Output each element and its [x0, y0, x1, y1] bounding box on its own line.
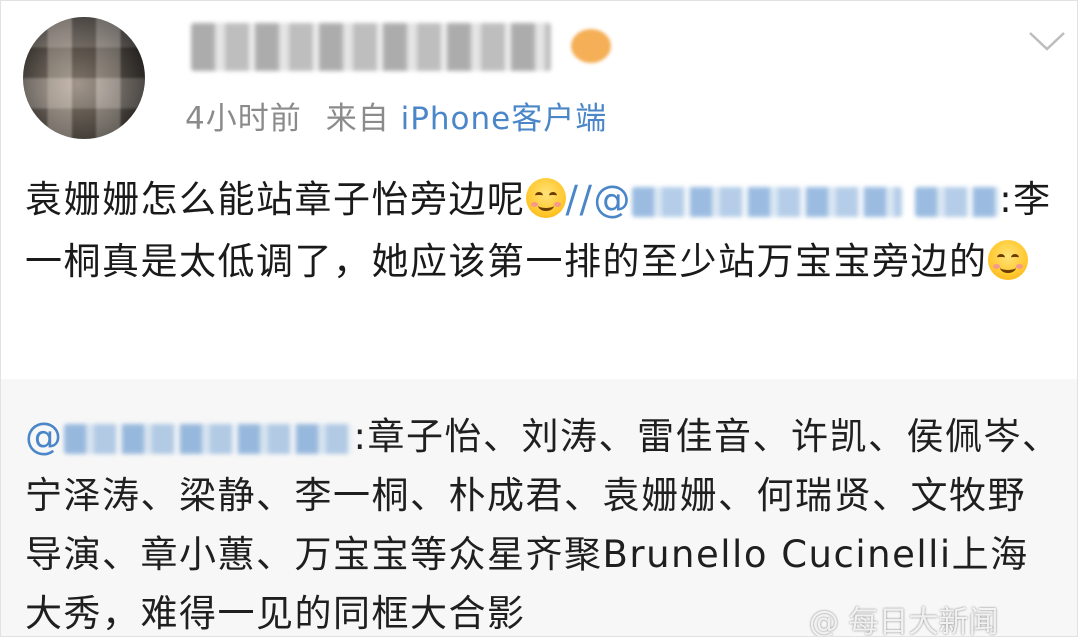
- post-body: 袁姗姗怎么能站章子怡旁边呢//@ :李一桐真是太低调了，她应该第一排的至少站万宝…: [25, 169, 1065, 293]
- repost-author-mosaic[interactable]: [63, 423, 354, 454]
- post-text-1: 袁姗姗怎么能站章子怡旁边呢: [25, 178, 526, 221]
- weibo-post-card: 4小时前 来自 iPhone客户端 袁姗姗怎么能站章子怡旁边呢//@ :李一桐真是…: [0, 0, 1078, 637]
- mention-mosaic[interactable]: [631, 186, 902, 217]
- post-meta: 4小时前 来自 iPhone客户端: [185, 93, 607, 138]
- watermark: @ 每日大新闻: [809, 605, 999, 637]
- avatar-blur-mask: [23, 17, 145, 139]
- smile-emoji-icon: [525, 178, 566, 218]
- post-source-client[interactable]: iPhone客户端: [401, 101, 608, 137]
- post-source-prefix: 来自: [325, 101, 390, 137]
- post-time: 4小时前: [185, 101, 302, 137]
- chevron-down-icon[interactable]: [1027, 27, 1067, 55]
- repost-at[interactable]: @: [25, 415, 64, 458]
- username-mosaic[interactable]: [191, 23, 551, 71]
- mention-mosaic-2[interactable]: [915, 186, 1000, 217]
- avatar[interactable]: [23, 17, 145, 139]
- repost-mention-prefix[interactable]: //@: [566, 178, 632, 221]
- smile-emoji-icon-2: [987, 240, 1028, 280]
- verified-badge-icon: [571, 29, 611, 63]
